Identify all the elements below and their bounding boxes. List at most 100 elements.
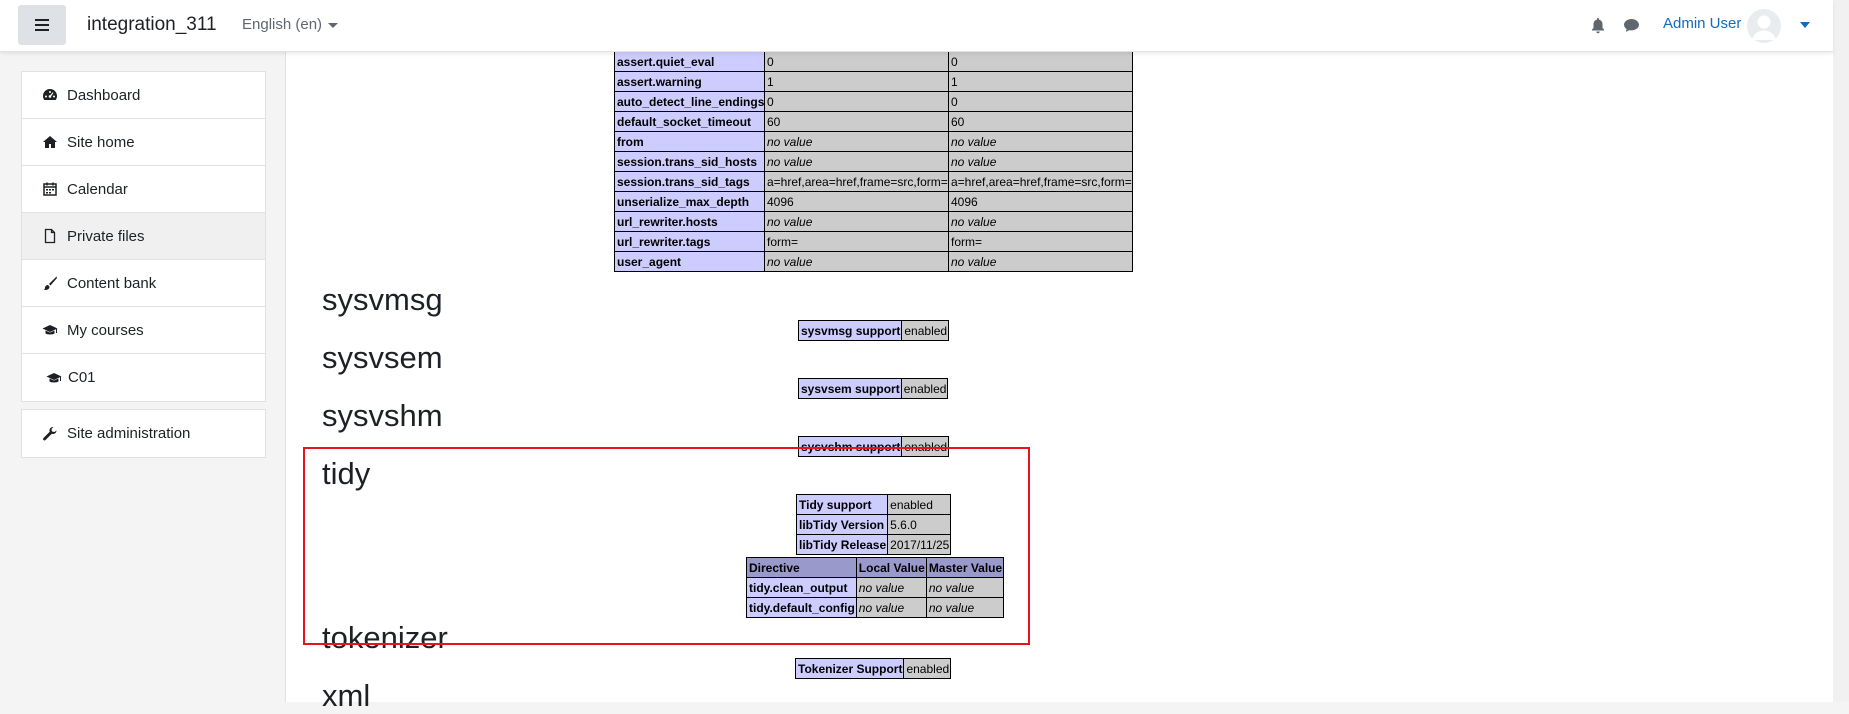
table-value-cell: no value [764,131,949,152]
table-value-cell: no value [948,251,1133,272]
table-header-cell: Master Value [925,557,1005,578]
nav-item-label: Dashboard [67,86,141,104]
page-scrollbar[interactable] [1833,0,1849,702]
chevron-down-icon [328,22,339,28]
avatar[interactable] [1747,9,1781,43]
table-key-cell: auto_detect_line_endings [614,91,765,112]
tokenizer-section-title: tokenizer [322,620,448,655]
paint-brush-icon [43,276,57,290]
table-key-cell: Tokenizer Support [794,658,905,679]
nav-item-dashboard[interactable]: Dashboard [22,72,265,119]
table-value-cell: enabled [903,658,952,679]
table-value-cell: 4096 [948,191,1133,212]
sysvsem-section-title: sysvsem [322,340,443,375]
drawer-toggle-button[interactable] [18,5,66,45]
table-value-cell: 5.6.0 [887,514,952,535]
table-value-cell: form= [764,231,949,252]
table-value-cell: 2017/11/25 [887,534,952,555]
table-value-cell: no value [948,151,1133,172]
table-row: session.trans_sid_tags a=href,area=href,f… [614,171,1133,192]
xml-section-title: xml [322,678,371,713]
table-value-cell: no value [948,131,1133,152]
standard-directives-table: assert.quiet_eval 0 0 assert.warning 1 1 auto_… [614,51,1133,272]
table-value-cell: a=href,area=href,frame=src,form= [764,171,949,192]
nav-item-my-courses[interactable]: My courses [22,307,265,354]
table-key-cell: tidy.default_config [746,597,857,618]
graduation-cap-icon [46,372,62,382]
tidy-directives-table: Directive Local Value Master Value tidy.… [746,557,1005,618]
table-value-cell: 0 [948,91,1133,112]
site-name[interactable]: integration_311 [87,14,217,36]
table-row: user_agent no value no value [614,251,1133,272]
chat-icon[interactable] [1623,18,1640,33]
wrench-icon [43,426,57,440]
table-value-cell: 4096 [764,191,949,212]
table-value-cell: no value [925,577,1005,598]
table-row: session.trans_sid_hosts no value no value [614,151,1133,172]
table-value-cell: no value [764,211,949,232]
nav-item-calendar[interactable]: Calendar [22,166,265,213]
nav-item-site-administration[interactable]: Site administration [22,410,265,457]
right-blank-region [1444,51,1833,702]
table-value-cell: no value [855,597,927,618]
sysvsem-table: sysvsem support enabled [798,378,949,399]
tidy-info-table: Tidy support enabled libTidy Version 5.6.0 l… [795,494,952,555]
graduation-cap-icon [42,325,58,335]
table-key-cell: url_rewriter.hosts [614,211,765,232]
table-value-cell: enabled [887,494,952,515]
sysvshm-section-title: sysvshm [322,398,443,433]
table-value-cell: 60 [948,111,1133,132]
table-key-cell: user_agent [614,251,765,272]
bell-icon[interactable] [1590,17,1606,34]
table-value-cell: 0 [948,51,1133,72]
table-row: from no value no value [614,131,1133,152]
nav-drawer-primary: Dashboard Site home Calendar Private fil… [21,71,266,402]
table-value-cell: no value [855,577,927,598]
table-value-cell: 0 [764,51,949,72]
table-value-cell: enabled [901,320,950,341]
table-row: default_socket_timeout 60 60 [614,111,1133,132]
table-key-cell: sysvshm support [797,436,903,457]
table-value-cell: no value [764,251,949,272]
nav-item-course-c01[interactable]: C01 [22,354,265,401]
home-icon [43,136,57,148]
hamburger-icon [35,19,49,31]
nav-item-private-files[interactable]: Private files [22,213,265,260]
table-value-cell: no value [948,211,1133,232]
table-row: url_rewriter.hosts no value no value [614,211,1133,232]
table-row: libTidy Release 2017/11/25 [795,534,952,555]
table-key-cell: session.trans_sid_hosts [614,151,765,172]
dashboard-icon [43,89,57,100]
table-value-cell: no value [764,151,949,172]
language-label: English (en) [242,16,323,33]
table-key-cell: sysvsem support [798,378,902,399]
nav-item-label: Site administration [67,425,191,442]
language-menu[interactable]: English (en) [242,16,339,33]
tidy-section-title: tidy [322,456,371,491]
table-key-cell: from [614,131,765,152]
calendar-icon [43,182,57,196]
table-value-cell: no value [925,597,1005,618]
table-value-cell: 0 [764,91,949,112]
table-value-cell: enabled [900,378,949,399]
table-row: tidy.clean_output no value no value [746,577,1005,598]
top-navbar: integration_311 English (en) Admin User [0,0,1833,52]
user-menu-name[interactable]: Admin User [1663,15,1741,32]
table-key-cell: tidy.clean_output [746,577,857,598]
table-value-cell: 1 [948,71,1133,92]
nav-item-label: C01 [68,369,96,386]
table-key-cell: default_socket_timeout [614,111,765,132]
table-key-cell: libTidy Version [795,514,889,535]
table-header-cell: Directive [746,557,857,578]
nav-item-label: Calendar [67,180,128,198]
user-menu-chevron-icon[interactable] [1800,22,1810,28]
nav-item-content-bank[interactable]: Content bank [22,260,265,307]
table-row: Tidy support enabled [795,494,952,515]
nav-item-site-home[interactable]: Site home [22,119,265,166]
table-value-cell: enabled [901,436,950,457]
table-row: auto_detect_line_endings 0 0 [614,91,1133,112]
file-icon [44,228,56,244]
table-key-cell: url_rewriter.tags [614,231,765,252]
table-value-cell: form= [948,231,1133,252]
table-key-cell: libTidy Release [795,534,889,555]
